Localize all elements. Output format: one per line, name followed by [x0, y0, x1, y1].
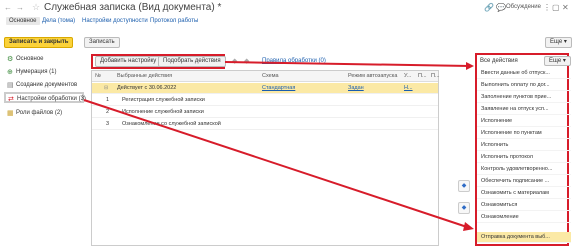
arrow-bottom-line	[83, 99, 471, 229]
arrow-bottom	[83, 99, 474, 231]
arrow-bottom-head	[463, 222, 474, 231]
arrow-top-line	[224, 61, 471, 67]
arrow-top	[224, 61, 474, 70]
arrow-top-head	[466, 62, 474, 70]
annotation-arrows	[83, 61, 474, 231]
